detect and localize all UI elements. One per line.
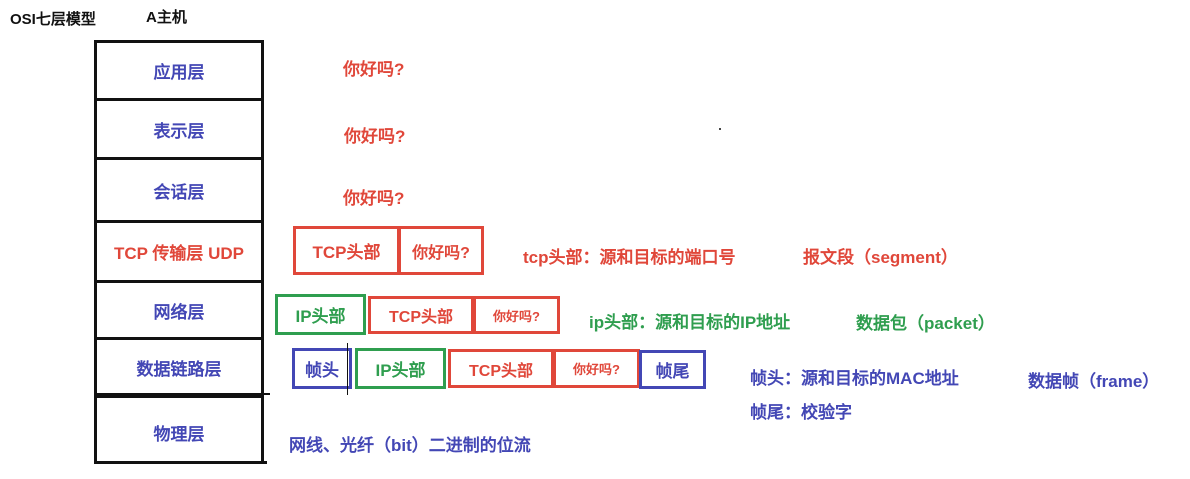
layer-label: 应用层 [153,63,205,82]
tcp-header-box: TCP头部 [448,349,554,388]
physical-note: 网线、光纤（bit）二进制的位流 [289,436,531,455]
frame-header-note: 帧头：源和目标的MAC地址 [750,369,959,388]
stack-bottom-border [94,461,267,464]
ip-header-note: ip头部：源和目标的IP地址 [589,313,791,332]
presentation-message: 你好吗? [344,127,406,146]
tcp-header-box: TCP头部 [293,226,400,275]
session-message: 你好吗? [343,189,405,208]
ip-header-box: IP头部 [355,348,446,389]
layer-label: TCP 传输层 UDP [113,244,245,263]
frame-trailer-note: 帧尾：校验字 [750,403,852,422]
layer-transport: TCP 传输层 UDP [97,223,261,283]
datalink-divider-extension [94,393,270,395]
layer-presentation: 表示层 [97,101,261,160]
payload-box: 你好吗? [553,349,640,388]
frame-header-divider [347,343,348,395]
osi-layer-stack: 应用层 表示层 会话层 TCP 传输层 UDP 网络层 数据链路层 物理层 [94,40,264,464]
layer-label: 数据链路层 [136,360,222,379]
frame-header-box: 帧头 [292,348,352,389]
layer-label: 会话层 [153,182,205,202]
layer-label: 物理层 [153,425,205,444]
layer-network: 网络层 [97,283,261,340]
diagram-title: OSI七层模型 [10,11,96,28]
payload-box: 你好吗? [398,226,484,275]
layer-session: 会话层 [97,160,261,223]
layer-label: 网络层 [153,302,205,322]
tcp-header-box: TCP头部 [368,296,474,334]
packet-label: 数据包（packet） [856,314,995,333]
layer-application: 应用层 [97,43,261,101]
ip-header-box: IP头部 [275,294,366,335]
layer-physical: 物理层 [97,398,261,467]
segment-label: 报文段（segment） [803,248,958,267]
tcp-header-note: tcp头部：源和目标的端口号 [523,248,736,267]
application-message: 你好吗? [343,60,405,79]
layer-datalink: 数据链路层 [97,340,261,398]
layer-label: 表示层 [153,121,205,141]
frame-trailer-box: 帧尾 [639,350,706,389]
host-label: A主机 [146,9,187,26]
frame-label: 数据帧（frame） [1028,372,1160,391]
payload-box: 你好吗? [473,296,560,334]
stray-dot [719,128,721,130]
